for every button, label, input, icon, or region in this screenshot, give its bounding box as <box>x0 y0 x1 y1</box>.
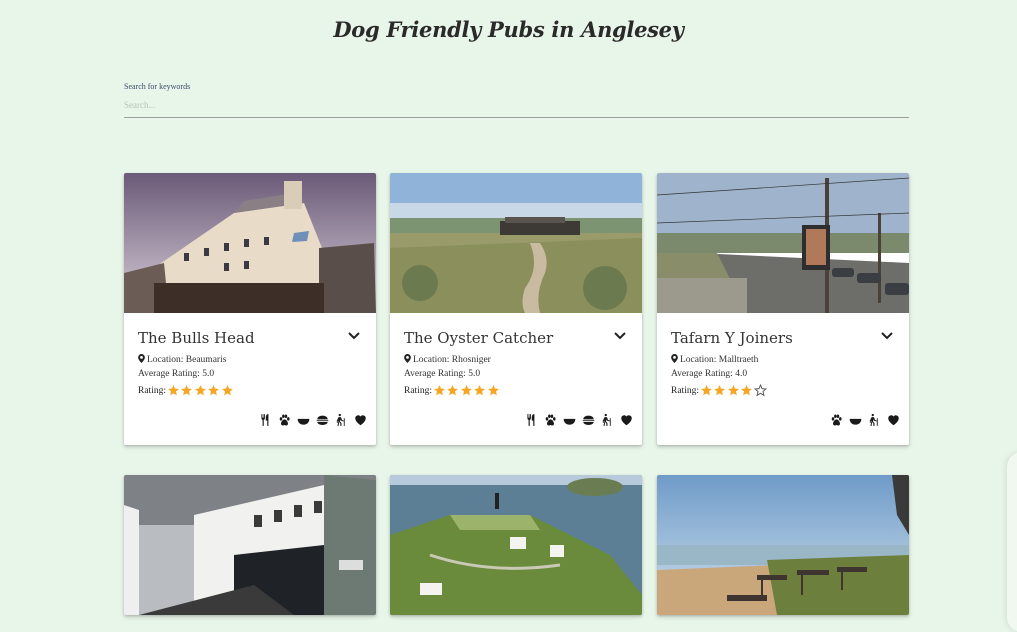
star-rating <box>700 384 768 397</box>
amenity-icons <box>524 413 634 427</box>
star-icon <box>460 384 473 397</box>
pub-card[interactable]: The Oyster Catcher Location: Rhosniger A… <box>390 173 642 445</box>
food-icon <box>258 413 273 427</box>
pub-location: Location: Beaumaris <box>138 353 362 367</box>
heart-icon[interactable] <box>886 413 901 427</box>
pub-rating: Rating: <box>671 384 895 397</box>
paw-icon <box>543 413 558 427</box>
pub-photo <box>657 475 909 615</box>
pub-location: Location: Malltraeth <box>671 353 895 367</box>
amenity-icons <box>258 413 368 427</box>
heart-icon[interactable] <box>619 413 634 427</box>
pub-name: Tafarn Y Joiners <box>671 329 793 347</box>
pub-card[interactable] <box>657 475 909 615</box>
star-icon <box>167 384 180 397</box>
food-icon <box>524 413 539 427</box>
walking-icon <box>867 413 882 427</box>
scroll-overlay <box>1007 452 1017 632</box>
star-icon <box>487 384 500 397</box>
pub-photo <box>124 475 376 615</box>
chevron-down-icon[interactable] <box>348 331 360 341</box>
paw-icon <box>277 413 292 427</box>
dog-food-icon <box>315 413 330 427</box>
star-icon <box>433 384 446 397</box>
star-icon <box>700 384 713 397</box>
amenity-icons <box>829 413 901 427</box>
pub-card[interactable]: The Bulls Head Location: Beaumaris Avera… <box>124 173 376 445</box>
paw-icon <box>829 413 844 427</box>
bowl-icon <box>848 413 863 427</box>
pub-rating: Rating: <box>404 384 628 397</box>
map-marker-icon <box>671 354 678 363</box>
pub-average-rating: Average Rating: 4.0 <box>671 369 748 379</box>
walking-icon <box>334 413 349 427</box>
star-outline-icon <box>754 384 767 397</box>
dog-food-icon <box>581 413 596 427</box>
bowl-icon <box>562 413 577 427</box>
page-title: Dog Friendly Pubs in Anglesey <box>333 17 684 42</box>
star-rating <box>167 384 235 397</box>
star-icon <box>180 384 193 397</box>
pub-photo <box>390 475 642 615</box>
pub-card[interactable]: Tafarn Y Joiners Location: Malltraeth Av… <box>657 173 909 445</box>
star-icon <box>473 384 486 397</box>
heart-icon[interactable] <box>353 413 368 427</box>
pub-rating: Rating: <box>138 384 362 397</box>
walking-icon <box>600 413 615 427</box>
pub-photo <box>390 173 642 313</box>
search-box: Search for keywords <box>124 82 909 118</box>
pub-photo <box>124 173 376 313</box>
bowl-icon <box>296 413 311 427</box>
star-icon <box>207 384 220 397</box>
pub-average-rating: Average Rating: 5.0 <box>138 369 215 379</box>
pub-name: The Oyster Catcher <box>404 329 554 347</box>
pub-card[interactable] <box>124 475 376 615</box>
pub-location: Location: Rhosniger <box>404 353 628 367</box>
star-icon <box>713 384 726 397</box>
pub-average-rating: Average Rating: 5.0 <box>404 369 481 379</box>
pub-photo <box>657 173 909 313</box>
chevron-down-icon[interactable] <box>881 331 893 341</box>
map-marker-icon <box>404 354 411 363</box>
chevron-down-icon[interactable] <box>614 331 626 341</box>
search-label: Search for keywords <box>124 82 191 91</box>
pub-name: The Bulls Head <box>138 329 255 347</box>
search-input[interactable] <box>124 98 909 118</box>
star-icon <box>194 384 207 397</box>
map-marker-icon <box>138 354 145 363</box>
star-icon <box>221 384 234 397</box>
star-icon <box>446 384 459 397</box>
star-icon <box>740 384 753 397</box>
pub-card[interactable] <box>390 475 642 615</box>
star-icon <box>727 384 740 397</box>
star-rating <box>433 384 501 397</box>
